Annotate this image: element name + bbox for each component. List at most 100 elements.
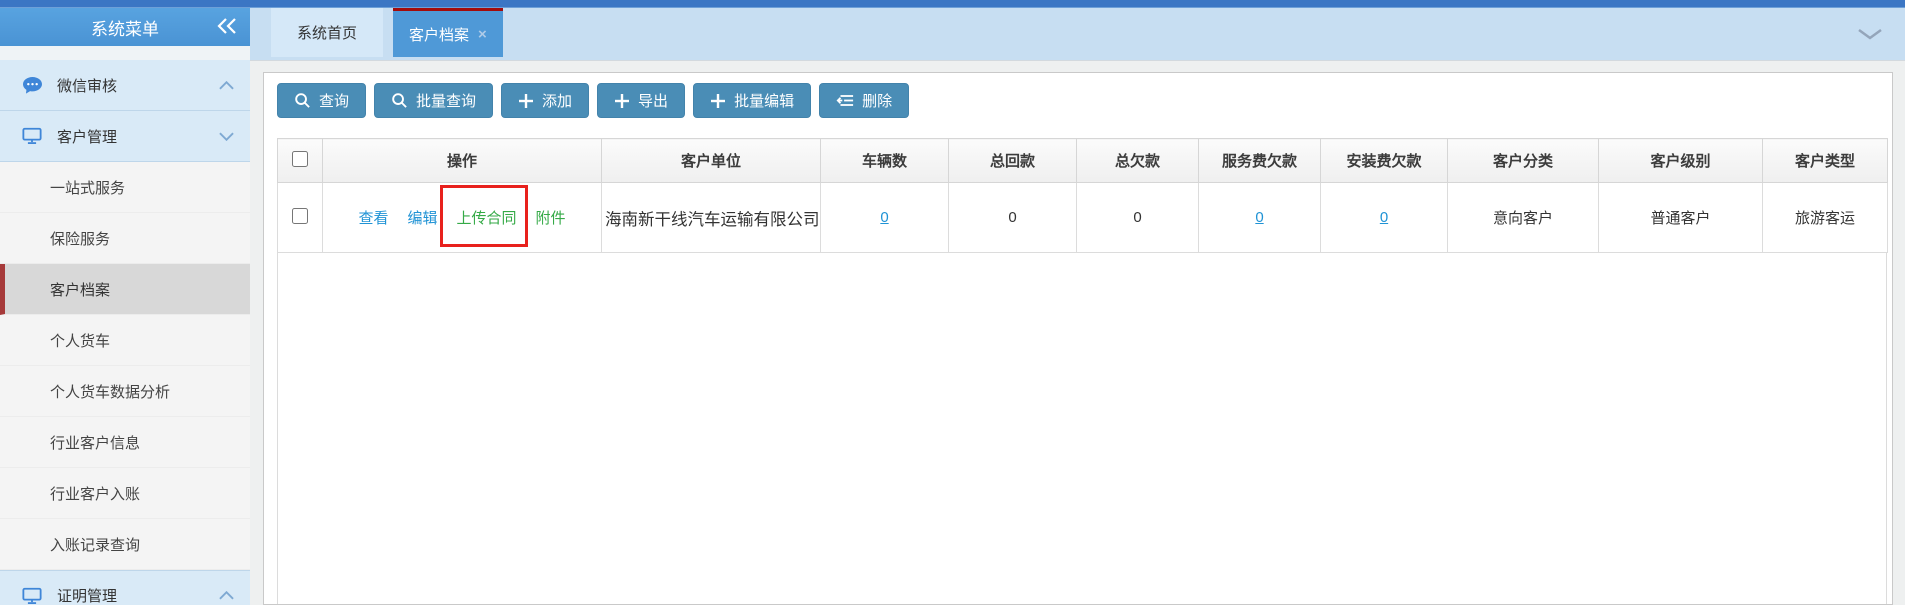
sidebar-item-customer-files[interactable]: 客户档案 <box>0 264 250 315</box>
install-fee-owed-cell: 0 <box>1320 182 1448 253</box>
sidebar-item-label: 个人货车 <box>50 332 111 350</box>
search-icon <box>391 92 408 109</box>
sidebar-item-label: 客户档案 <box>50 281 111 299</box>
tab-system-home[interactable]: 系统首页 <box>271 8 383 57</box>
sidebar-submenu-customer-mgmt: 一站式服务 保险服务 客户档案 个人货车 个人货车数据分析 行业客户信息 行业客… <box>0 162 250 570</box>
button-label: 添加 <box>542 93 573 110</box>
column-header-company[interactable]: 客户单位 <box>601 138 821 183</box>
sidebar-group-label: 微信审核 <box>57 77 118 95</box>
tab-label: 系统首页 <box>296 25 357 42</box>
sidebar: 系统菜单 微信审核 客户管理 一站式服务 保险服务 客户档案 个人货车 个人货车… <box>0 8 250 605</box>
sidebar-item-personal-truck[interactable]: 个人货车 <box>0 315 250 366</box>
select-all-checkbox[interactable] <box>292 150 308 167</box>
tab-bar: 系统首页 客户档案 × <box>250 8 1905 61</box>
row-checkbox[interactable] <box>292 207 308 224</box>
collapse-sidebar-icon[interactable] <box>216 18 238 35</box>
tab-customer-files[interactable]: 客户档案 × <box>393 8 503 57</box>
sidebar-item-label: 行业客户入账 <box>50 485 141 503</box>
sidebar-item-personal-truck-analysis[interactable]: 个人货车数据分析 <box>0 366 250 417</box>
add-button[interactable]: 添加 <box>501 83 590 118</box>
column-header-total-owed[interactable]: 总欠款 <box>1076 138 1199 183</box>
content-area: 查询 批量查询 添加 导出 批量编辑 删除 操作 客户单位 车辆数 总回款 总欠… <box>250 61 1905 605</box>
sidebar-item-label: 入账记录查询 <box>50 536 141 554</box>
service-fee-owed-link[interactable]: 0 <box>1255 209 1263 226</box>
window-top-strip <box>0 0 1905 8</box>
column-header-total-received[interactable]: 总回款 <box>948 138 1077 183</box>
service-fee-owed-cell: 0 <box>1198 182 1321 253</box>
sidebar-menu: 微信审核 客户管理 一站式服务 保险服务 客户档案 个人货车 个人货车数据分析 … <box>0 46 250 605</box>
sidebar-group-customer-mgmt[interactable]: 客户管理 <box>0 111 250 162</box>
sidebar-item-label: 一站式服务 <box>50 179 126 197</box>
column-header-category[interactable]: 客户分类 <box>1447 138 1599 183</box>
query-button[interactable]: 查询 <box>277 83 367 118</box>
edit-link[interactable]: 编辑 <box>407 207 437 228</box>
chevron-down-icon <box>219 132 234 141</box>
view-link[interactable]: 查看 <box>358 207 388 228</box>
tab-label: 客户档案 <box>409 26 470 44</box>
plus-icon <box>614 93 630 109</box>
button-label: 批量编辑 <box>734 93 795 110</box>
chat-bubble-icon <box>22 76 44 95</box>
column-header-actions[interactable]: 操作 <box>322 138 602 183</box>
chevron-up-icon <box>219 591 234 600</box>
column-header-install-fee-owed[interactable]: 安装费欠款 <box>1320 138 1448 183</box>
attachment-link[interactable]: 附件 <box>536 207 566 228</box>
export-button[interactable]: 导出 <box>597 83 686 118</box>
sidebar-item-label: 行业客户信息 <box>50 434 141 452</box>
sidebar-group-label: 客户管理 <box>57 128 118 146</box>
table-header-row: 操作 客户单位 车辆数 总回款 总欠款 服务费欠款 安装费欠款 客户分类 客户级… <box>277 138 1888 183</box>
plus-icon <box>710 93 726 109</box>
sidebar-item-industry-customer-entry[interactable]: 行业客户入账 <box>0 468 250 519</box>
grid-empty-area <box>277 253 1887 604</box>
button-label: 删除 <box>862 93 893 110</box>
sidebar-group-wechat-audit[interactable]: 微信审核 <box>0 60 250 111</box>
header-checkbox-cell <box>277 138 323 183</box>
sidebar-item-label: 保险服务 <box>50 230 111 248</box>
upload-contract-link[interactable]: 上传合同 <box>457 210 517 227</box>
category-cell: 意向客户 <box>1447 182 1599 253</box>
column-header-level[interactable]: 客户级别 <box>1598 138 1763 183</box>
total-owed-cell: 0 <box>1076 182 1199 253</box>
main-area: 系统首页 客户档案 × 查询 批量查询 添加 导出 批量编辑 删除 操作 客户单… <box>250 8 1905 605</box>
button-label: 导出 <box>638 93 669 110</box>
sidebar-item-industry-customer-info[interactable]: 行业客户信息 <box>0 417 250 468</box>
close-tab-icon[interactable]: × <box>478 26 487 43</box>
sidebar-item-insurance-service[interactable]: 保险服务 <box>0 213 250 264</box>
customer-grid: 操作 客户单位 车辆数 总回款 总欠款 服务费欠款 安装费欠款 客户分类 客户级… <box>277 138 1888 604</box>
monitor-icon <box>22 587 44 605</box>
sidebar-group-cert-mgmt[interactable]: 证明管理 <box>0 570 250 605</box>
monitor-icon <box>22 127 44 145</box>
search-icon <box>294 92 311 109</box>
row-checkbox-cell <box>277 182 323 253</box>
column-header-type[interactable]: 客户类型 <box>1762 138 1888 183</box>
column-header-service-fee-owed[interactable]: 服务费欠款 <box>1198 138 1321 183</box>
sidebar-item-label: 个人货车数据分析 <box>50 383 171 401</box>
button-label: 查询 <box>319 93 350 110</box>
total-received-cell: 0 <box>948 182 1077 253</box>
batch-edit-button[interactable]: 批量编辑 <box>693 83 812 118</box>
chevron-up-icon <box>219 80 234 90</box>
level-cell: 普通客户 <box>1598 182 1763 253</box>
sidebar-item-one-stop-service[interactable]: 一站式服务 <box>0 162 250 213</box>
customer-files-panel: 查询 批量查询 添加 导出 批量编辑 删除 操作 客户单位 车辆数 总回款 总欠… <box>263 72 1893 605</box>
vehicle-count-cell: 0 <box>820 182 949 253</box>
type-cell: 旅游客运 <box>1762 182 1888 253</box>
customer-table: 操作 客户单位 车辆数 总回款 总欠款 服务费欠款 安装费欠款 客户分类 客户级… <box>277 138 1888 253</box>
batch-query-button[interactable]: 批量查询 <box>374 83 494 118</box>
sidebar-group-label: 证明管理 <box>57 588 118 605</box>
tab-overflow-chevron-icon[interactable] <box>1857 28 1883 40</box>
table-row: 查看 编辑 上传合同 附件 海南新干线汽车运输有限公司 0 0 0 0 0 意向… <box>277 182 1888 253</box>
vehicle-count-link[interactable]: 0 <box>880 209 888 226</box>
sidebar-title: 系统菜单 <box>91 19 159 39</box>
plus-icon <box>518 93 534 109</box>
button-label: 批量查询 <box>416 93 477 110</box>
remove-lines-icon <box>836 93 854 108</box>
toolbar: 查询 批量查询 添加 导出 批量编辑 删除 <box>277 83 1892 118</box>
row-actions-cell: 查看 编辑 上传合同 附件 <box>322 182 602 253</box>
install-fee-owed-link[interactable]: 0 <box>1380 209 1388 226</box>
column-header-vehicle-count[interactable]: 车辆数 <box>820 138 949 183</box>
delete-button[interactable]: 删除 <box>819 83 910 118</box>
sidebar-header: 系统菜单 <box>0 8 250 46</box>
company-cell: 海南新干线汽车运输有限公司 <box>601 182 821 253</box>
sidebar-item-entry-record-query[interactable]: 入账记录查询 <box>0 519 250 570</box>
